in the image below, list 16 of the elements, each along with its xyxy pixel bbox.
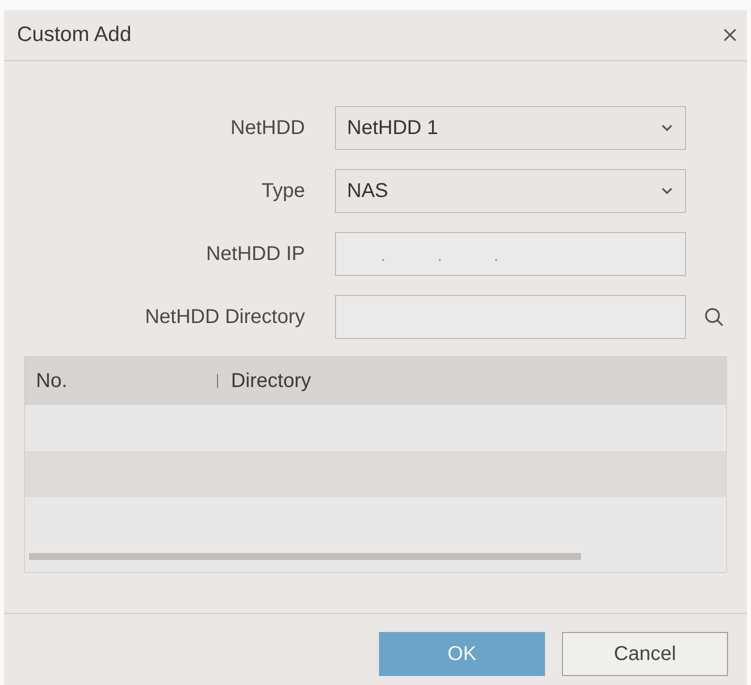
chevron-down-icon: [661, 187, 673, 195]
field-label: Type: [262, 180, 305, 202]
close-icon[interactable]: [723, 28, 737, 42]
input-field[interactable]: [335, 295, 686, 339]
horizontal-scrollbar[interactable]: [29, 553, 581, 560]
column-header: Directory: [231, 370, 312, 392]
field-label: NetHDD IP: [206, 242, 305, 266]
chevron-down-icon: [661, 124, 673, 132]
field-label: NetHDD: [230, 116, 305, 140]
dropdown[interactable]: NetHDD 1: [335, 106, 686, 150]
dropdown[interactable]: NAS: [335, 169, 686, 213]
dialog-title: Custom Add: [17, 23, 132, 47]
search-icon[interactable]: [704, 307, 724, 327]
column-header: No.: [36, 370, 68, 392]
cancel-button[interactable]: Cancel: [562, 632, 728, 676]
field-label: NetHDD Directory: [144, 306, 305, 328]
